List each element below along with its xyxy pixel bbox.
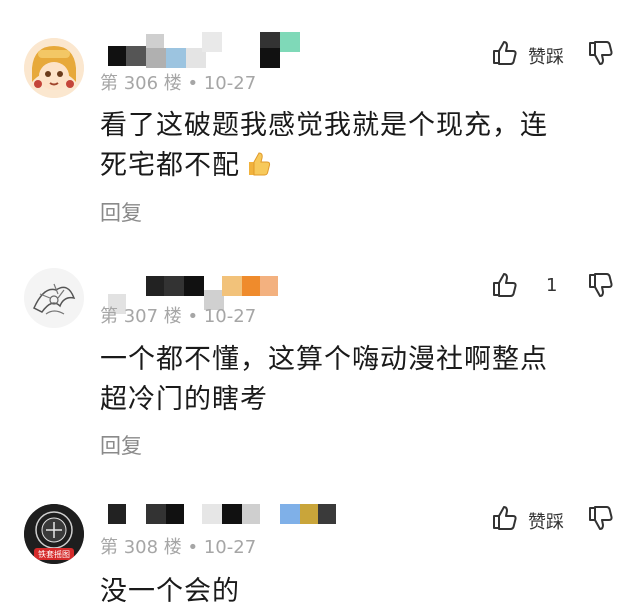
comment-line: 一个都不懂，这算个嗨动漫社啊整点 (100, 344, 548, 375)
vote-label: 赞踩 (528, 47, 564, 68)
comment-content: 看了这破题我感觉我就是个现充，连 死宅都不配 (100, 106, 600, 190)
thumbs-up-icon[interactable] (490, 504, 518, 532)
thumbs-down-icon[interactable] (586, 271, 614, 299)
username-redacted[interactable] (108, 32, 348, 68)
comment-content: 没一个会的 (100, 572, 600, 612)
thumbs-up-emoji (246, 150, 272, 190)
thumbs-down-icon[interactable] (586, 39, 614, 67)
comment-item: 铁套摇图 第 308 楼 • 10-27 赞踩 没一个会的 (0, 480, 640, 612)
comment-line: 没一个会的 (100, 576, 240, 607)
thumbs-up-icon[interactable] (490, 271, 518, 299)
comment-content: 一个都不懂，这算个嗨动漫社啊整点 超冷门的瞎考 (100, 340, 600, 420)
floor-timestamp: 第 306 楼 • 10-27 (100, 73, 257, 94)
thumbs-down-icon[interactable] (586, 504, 614, 532)
floor-timestamp: 第 307 楼 • 10-27 (100, 306, 257, 327)
comment-item: 第 306 楼 • 10-27 赞踩 看了这破题我感觉我就是个现充，连 死宅都不… (0, 0, 640, 240)
reply-button[interactable]: 回复 (100, 197, 142, 227)
comment-line-text: 死宅都不配 (100, 150, 240, 181)
comment-actions: 1 (490, 271, 620, 303)
avatar-badge: 铁套摇图 (38, 550, 70, 559)
vote-label: 赞踩 (528, 512, 564, 533)
avatar[interactable] (24, 38, 84, 98)
reply-button[interactable]: 回复 (100, 430, 142, 460)
comment-item: 第 307 楼 • 10-27 1 一个都不懂，这算个嗨动漫社啊整点 超冷门的瞎… (0, 240, 640, 480)
like-count: 1 (546, 275, 558, 296)
thumbs-up-icon[interactable] (490, 39, 518, 67)
avatar[interactable] (24, 268, 84, 328)
comment-line: 超冷门的瞎考 (100, 384, 268, 415)
anime-girl-avatar-image (24, 38, 84, 98)
comment-line: 看了这破题我感觉我就是个现充，连 (100, 110, 548, 141)
comment-line: 死宅都不配 (100, 146, 600, 190)
sketch-avatar-image (24, 268, 84, 328)
avatar[interactable]: 铁套摇图 (24, 504, 84, 564)
username-redacted[interactable] (108, 276, 348, 314)
username-redacted[interactable] (108, 504, 348, 524)
comment-actions: 赞踩 (490, 504, 620, 536)
comment-actions: 赞踩 (490, 39, 620, 71)
floor-timestamp: 第 308 楼 • 10-27 (100, 537, 257, 558)
